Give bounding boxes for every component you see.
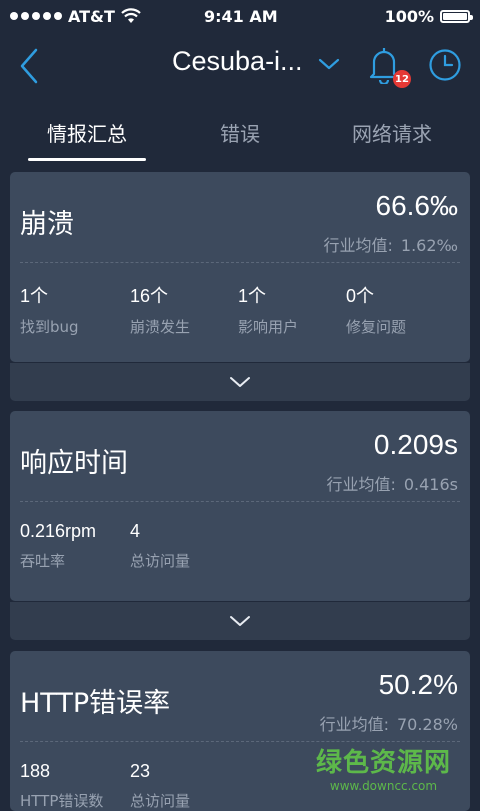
stat-item: 0个 修复问题 [346, 282, 406, 337]
watermark-text: 绿色资源网 [316, 748, 452, 778]
card-title: 崩溃 [20, 209, 74, 240]
card-value: 50.2% [378, 669, 458, 700]
divider [20, 262, 460, 263]
tab-network[interactable]: 网络请求 [322, 118, 462, 147]
tab-summary[interactable]: 情报汇总 [17, 118, 157, 147]
watermark: 绿色资源网 www.downcc.com [316, 742, 451, 793]
signal-icon [10, 12, 62, 20]
chevron-down-icon [230, 377, 250, 387]
stat-label: 总访问量 [130, 552, 191, 570]
stat-number: 16个 [130, 286, 169, 306]
stat-item: 1个 找到bug [20, 282, 79, 337]
tab-bar: 情报汇总 错误 网络请求 [0, 100, 480, 162]
expand-button[interactable] [10, 363, 470, 401]
wifi-icon [121, 8, 141, 23]
active-tab-indicator [28, 158, 146, 161]
status-time: 9:41 AM [204, 6, 278, 26]
clock-icon[interactable] [428, 48, 462, 82]
carrier-text: AT&T [68, 6, 115, 26]
status-left: AT&T [10, 7, 141, 26]
average-label: 行业均值: [323, 236, 393, 255]
industry-average: 行业均值: 70.28% [320, 711, 458, 735]
average-value: 70.28% [396, 715, 458, 734]
chevron-down-icon[interactable] [318, 56, 340, 72]
back-icon[interactable] [16, 46, 46, 86]
stat-item: 16个 崩溃发生 [130, 282, 190, 337]
crash-card[interactable]: 崩溃 66.6‰ 行业均值: 1.62‰ 1个 找到bug 16个 崩溃发生 1个… [10, 172, 470, 362]
stat-number: 23 [130, 761, 151, 781]
industry-average: 行业均值: 0.416s [326, 471, 458, 495]
stat-label: 总访问量 [130, 792, 191, 810]
stat-number: 4 [130, 521, 141, 541]
stat-number: 188 [20, 761, 51, 781]
stat-label: 找到bug [20, 318, 79, 336]
card-title: 响应时间 [20, 448, 128, 479]
stat-item: 188 HTTP错误数 [20, 761, 103, 811]
stat-item: 23 总访问量 [130, 761, 190, 811]
tab-errors[interactable]: 错误 [170, 118, 310, 147]
stat-number: 0个 [346, 286, 375, 306]
stat-item: 4 总访问量 [130, 521, 190, 571]
expand-button[interactable] [10, 602, 470, 640]
average-label: 行业均值: [319, 715, 389, 734]
card-value: 0.209s [373, 429, 458, 460]
stat-item: 0.216rpm 吞吐率 [20, 521, 96, 571]
stat-item: 1个 影响用户 [238, 282, 298, 337]
average-value: 1.62‰ [400, 236, 458, 255]
watermark-url: www.downcc.com [329, 779, 438, 793]
app-title[interactable]: Cesuba-i... [172, 46, 303, 77]
notification-badge: 12 [393, 70, 411, 88]
response-time-card[interactable]: 响应时间 0.209s 行业均值: 0.416s 0.216rpm 吞吐率 4 总… [10, 411, 470, 601]
stat-label: 吞吐率 [20, 552, 66, 570]
card-title: HTTP错误率 [20, 688, 171, 719]
average-value: 0.416s [403, 475, 458, 494]
average-label: 行业均值: [326, 475, 396, 494]
status-right: 100% [384, 6, 473, 26]
card-value: 66.6‰ [375, 190, 459, 221]
nav-bar: Cesuba-i... 12 [0, 32, 480, 98]
divider [20, 501, 460, 502]
stat-label: HTTP错误数 [20, 792, 104, 810]
stat-number: 1个 [238, 286, 267, 306]
stat-number: 0.216rpm [20, 521, 97, 541]
status-bar: AT&T 9:41 AM 100% [0, 0, 480, 32]
industry-average: 行业均值: 1.62‰ [324, 232, 459, 256]
stat-number: 1个 [20, 286, 49, 306]
stat-label: 修复问题 [346, 318, 407, 336]
stat-label: 崩溃发生 [130, 318, 191, 336]
battery-icon [440, 9, 473, 23]
battery-percent: 100% [384, 6, 434, 26]
stat-label: 影响用户 [238, 318, 299, 336]
chevron-down-icon [230, 616, 250, 626]
